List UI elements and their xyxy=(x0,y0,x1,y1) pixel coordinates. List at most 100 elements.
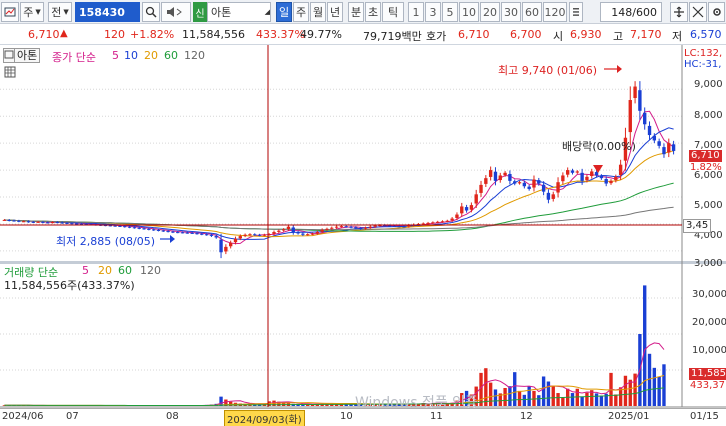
stock-code-input[interactable]: 158430 xyxy=(75,2,140,22)
stock-name-field[interactable]: 아톤 ◢ xyxy=(207,2,271,22)
dropdown-corner-icon: ◢ xyxy=(264,8,270,16)
candle-body xyxy=(132,227,137,229)
interval-10[interactable]: 10 xyxy=(459,2,479,22)
period-week[interactable]: 주 xyxy=(293,2,309,22)
volume-bar xyxy=(537,395,541,406)
y-tick-8000: 8,000 xyxy=(694,110,723,121)
candle-body xyxy=(397,226,401,228)
period-year[interactable]: 년 xyxy=(327,2,343,22)
candle-body xyxy=(580,172,584,181)
interval-30[interactable]: 30 xyxy=(501,2,521,22)
dividend-annotation: 배당락(0.00%) xyxy=(562,140,636,153)
candle-body xyxy=(147,228,151,230)
period-minute[interactable]: 분 xyxy=(348,2,364,22)
candle-body xyxy=(219,239,223,253)
zoom-icon[interactable] xyxy=(670,2,688,22)
candle-body xyxy=(344,226,348,228)
interval-20[interactable]: 20 xyxy=(480,2,500,22)
candle-body xyxy=(185,232,190,234)
volume-bar xyxy=(614,394,618,406)
candle-body xyxy=(26,221,31,223)
period-second[interactable]: 초 xyxy=(365,2,381,22)
volume-bar xyxy=(585,392,589,406)
candle-body xyxy=(277,230,281,232)
volume-bar xyxy=(517,390,522,406)
volume-bar xyxy=(652,367,657,406)
current-price: 6,710 xyxy=(28,28,60,41)
x-tick-07: 07 xyxy=(66,411,79,422)
interval-60[interactable]: 60 xyxy=(522,2,542,22)
candle-body xyxy=(21,221,26,223)
volume-bar xyxy=(484,368,488,406)
hc-label: HC:-31, xyxy=(684,59,722,70)
candle-body xyxy=(36,221,40,223)
chart-toolbar: 주 ▼ 전 ▼ 158430 신 아톤 ◢ 일 주 월 년 분 초 틱 1 3 5 1… xyxy=(0,0,726,24)
price-change: 120 xyxy=(104,28,125,41)
candle-body xyxy=(493,171,498,181)
chart-menu-icon[interactable] xyxy=(1,2,19,22)
candle-body xyxy=(643,112,647,125)
candle-body xyxy=(55,222,60,224)
candle-body xyxy=(440,221,445,223)
candle-body xyxy=(541,184,546,192)
interval-menu-icon[interactable] xyxy=(569,2,583,22)
candle-body xyxy=(238,236,242,239)
candle-body xyxy=(166,231,170,233)
period-day[interactable]: 일 xyxy=(276,2,292,22)
candle-body xyxy=(387,225,392,227)
data-count-field[interactable]: 148/600 xyxy=(600,2,662,22)
candle-body xyxy=(575,171,579,173)
volume-bar xyxy=(599,395,604,406)
interval-120[interactable]: 120 xyxy=(543,2,567,22)
candle-body xyxy=(315,232,320,234)
candle-body xyxy=(41,221,45,223)
crosshair-icon[interactable] xyxy=(689,2,707,22)
volume-bar xyxy=(623,375,628,406)
candle-body xyxy=(556,182,560,193)
candle-body xyxy=(652,135,657,141)
volume-bar xyxy=(532,390,536,406)
vol-ma-20-legend: 20 xyxy=(98,264,112,277)
candle-body xyxy=(426,222,430,224)
candle-body xyxy=(662,147,666,155)
candle-body xyxy=(74,223,79,225)
candle-body xyxy=(320,229,324,232)
candle-body xyxy=(253,234,257,236)
candle-body xyxy=(527,186,531,189)
period-month[interactable]: 월 xyxy=(310,2,326,22)
candle-body xyxy=(363,227,368,229)
candle-body xyxy=(368,226,372,228)
settings-icon[interactable] xyxy=(708,2,725,22)
candle-body xyxy=(209,234,214,236)
volume-bar xyxy=(527,386,531,406)
interval-5[interactable]: 5 xyxy=(442,2,458,22)
candle-body xyxy=(561,175,565,182)
x-tick-10: 10 xyxy=(340,411,353,422)
chevron-down-icon: ▼ xyxy=(35,8,41,16)
high-price: 7,170 xyxy=(630,28,662,41)
volume-bar xyxy=(628,379,632,406)
ma-20-legend: 20 xyxy=(144,49,158,62)
candle-body xyxy=(151,229,156,231)
volume-bar xyxy=(541,376,546,406)
candle-body xyxy=(272,232,276,234)
high-annotation: 최고 9,740 (01/06) xyxy=(498,64,598,77)
price-pane-name-tag[interactable]: 아톤 xyxy=(14,48,41,63)
grid-settings-icon[interactable] xyxy=(4,66,16,81)
type-select[interactable]: 전 ▼ xyxy=(48,2,72,22)
market-select[interactable]: 주 ▼ xyxy=(20,2,44,22)
interval-3[interactable]: 3 xyxy=(425,2,441,22)
speaker-icon[interactable] xyxy=(161,2,191,22)
candle-body xyxy=(671,144,676,151)
interval-1[interactable]: 1 xyxy=(408,2,424,22)
x-tick-2025-01: 2025/01 xyxy=(608,411,650,422)
vol-tick-10000: 10,000 xyxy=(692,345,726,356)
candle-body xyxy=(373,225,377,227)
candle-body xyxy=(137,227,141,229)
period-tick[interactable]: 틱 xyxy=(382,2,404,22)
candle-body xyxy=(469,205,474,210)
search-icon[interactable] xyxy=(142,2,160,22)
candle-body xyxy=(7,220,11,222)
quote-bar: 6,710 ▲ 120 +1.82% 11,584,556 433.37% 49… xyxy=(0,25,726,45)
candle-body xyxy=(127,226,132,228)
